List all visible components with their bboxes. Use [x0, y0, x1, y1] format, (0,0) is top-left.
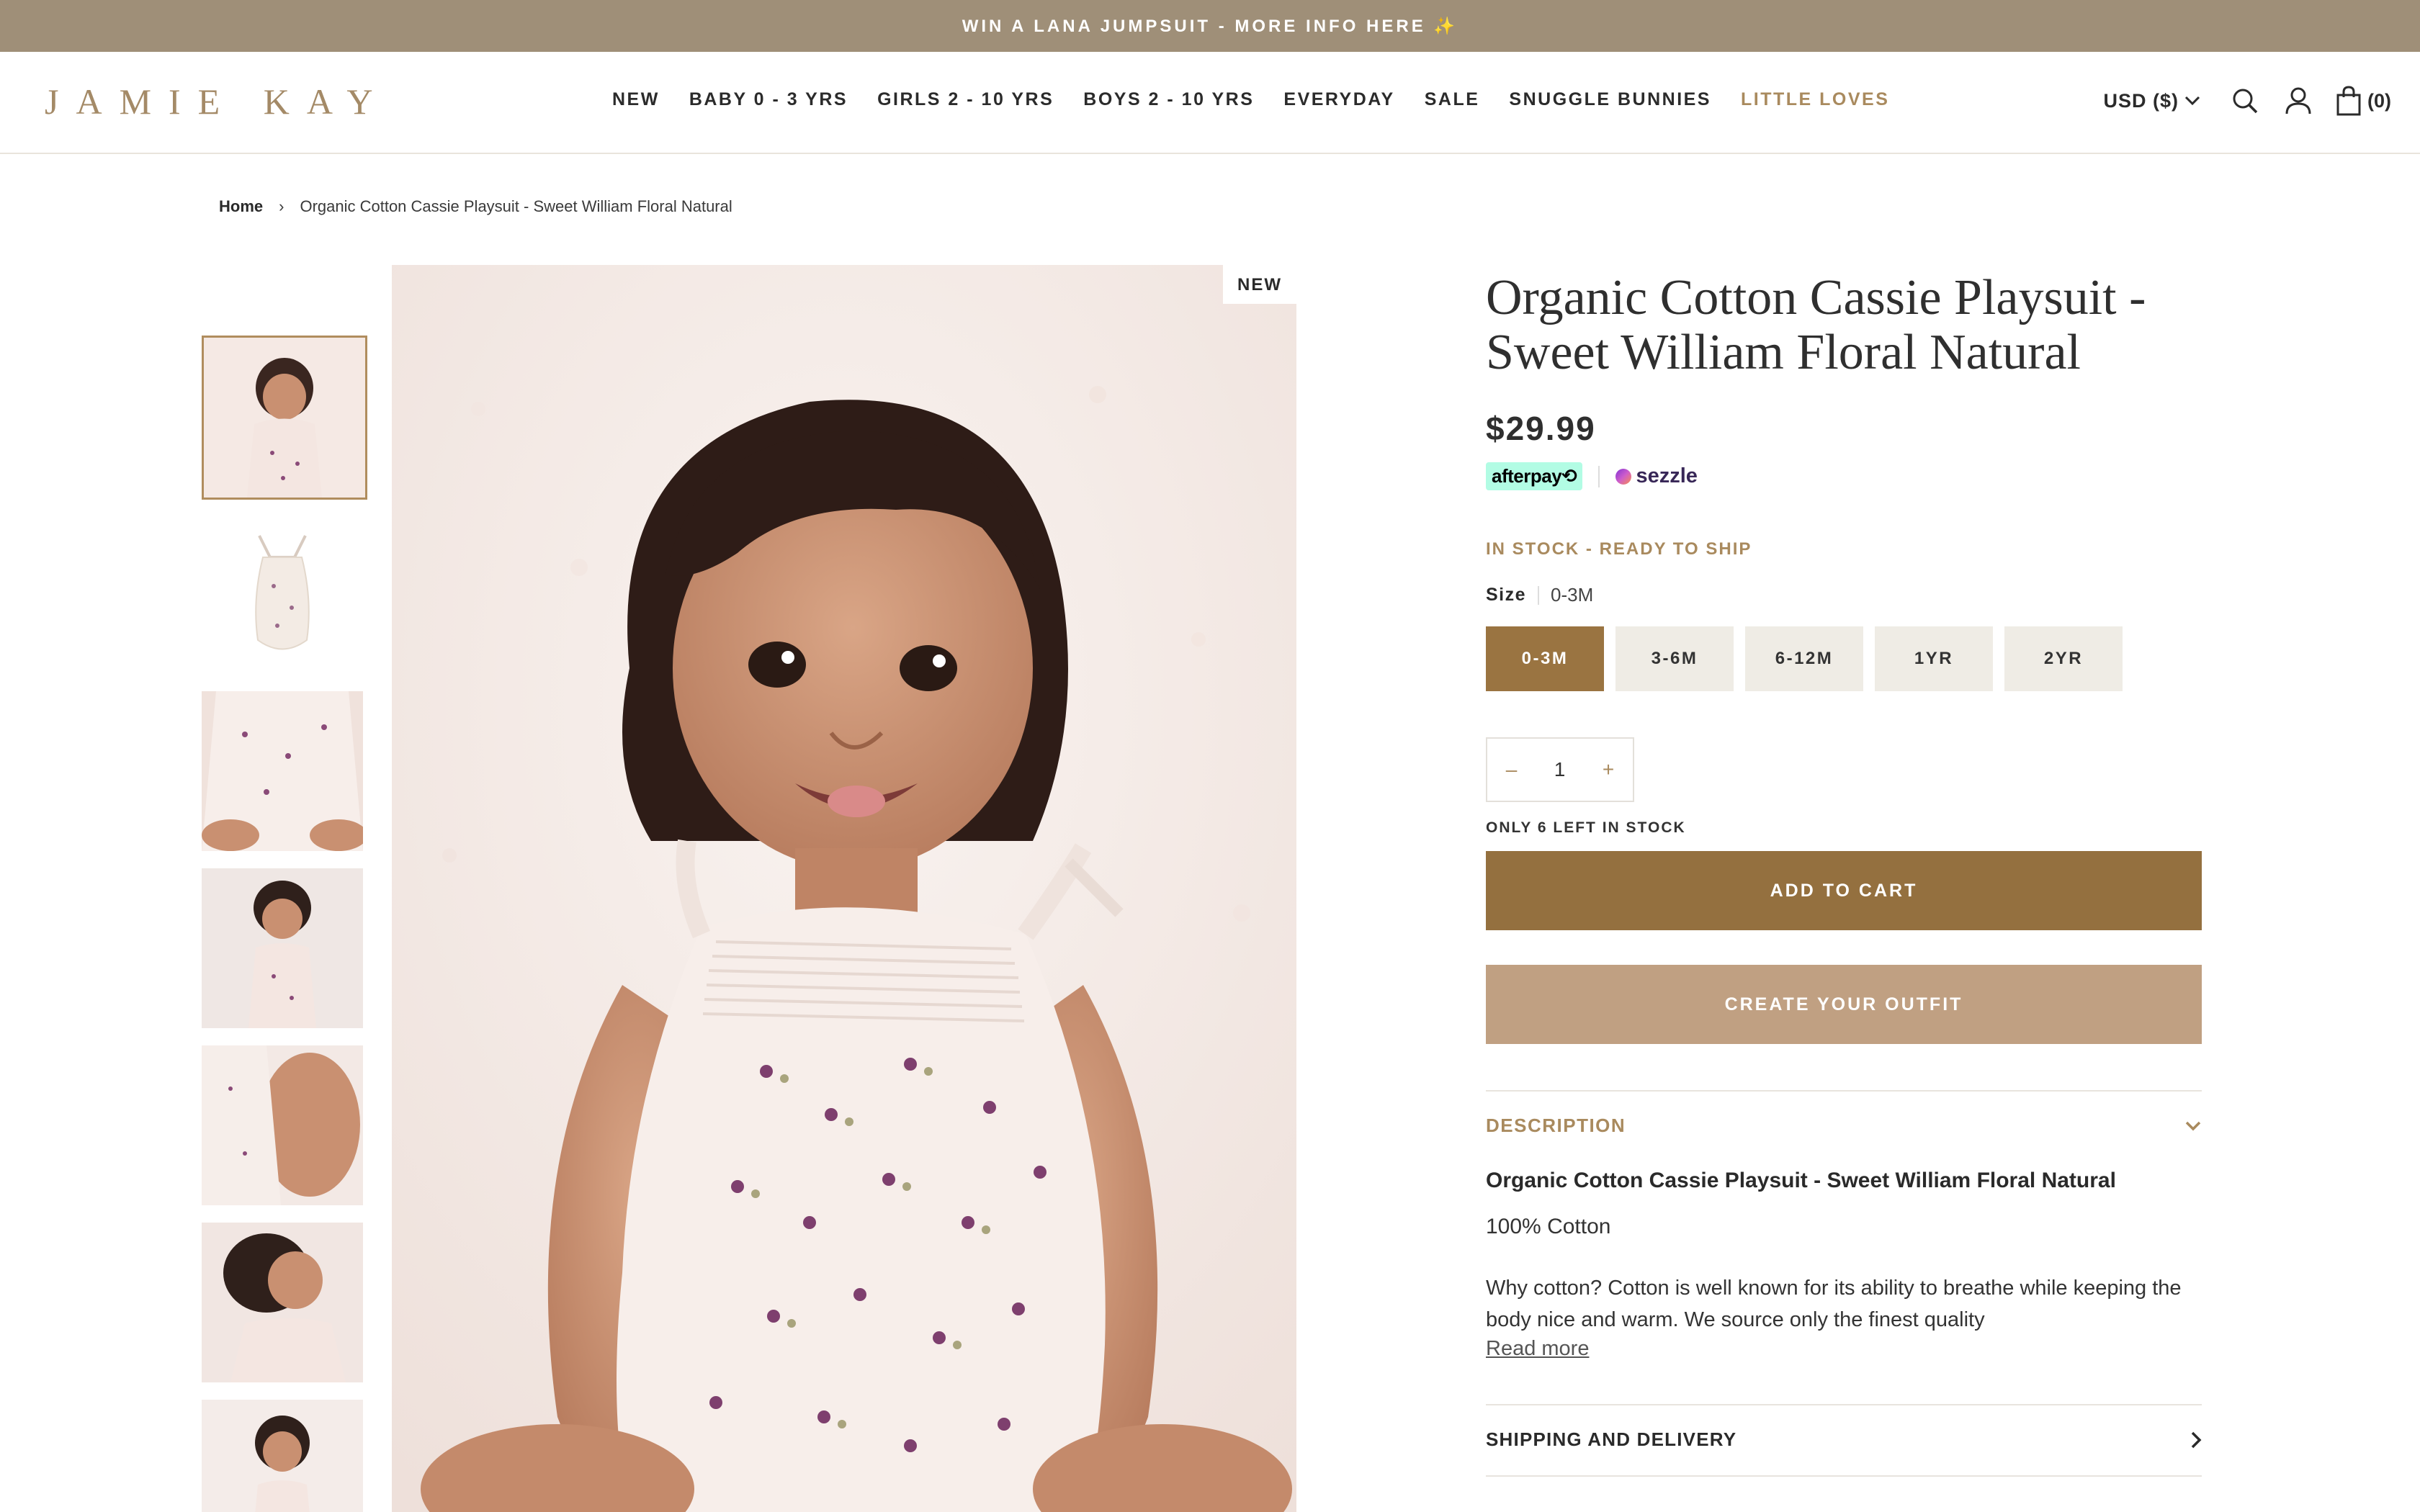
currency-selector[interactable]: USD ($)	[2103, 90, 2200, 112]
size-divider	[1538, 585, 1540, 605]
cart-button[interactable]: (0)	[2336, 86, 2391, 116]
breadcrumb-current: Organic Cotton Cassie Playsuit - Sweet W…	[300, 197, 732, 215]
nav-item-baby[interactable]: BABY 0 - 3 YRS	[689, 89, 848, 110]
quantity-stepper: – 1 +	[1486, 737, 1634, 802]
size-option-0-3m[interactable]: 0-3M	[1486, 626, 1604, 691]
thumbnail-1[interactable]	[202, 336, 367, 500]
description-title: Organic Cotton Cassie Playsuit - Sweet W…	[1486, 1169, 2116, 1192]
site-header: JAMIE KAY NEW BABY 0 - 3 YRS GIRLS 2 - 1…	[0, 52, 2420, 154]
size-label: Size	[1486, 585, 1527, 605]
nav-item-little-loves[interactable]: LITTLE LOVES	[1741, 89, 1889, 110]
read-more-link[interactable]: Read more	[1486, 1337, 1589, 1361]
nav-item-sale[interactable]: SALE	[1425, 89, 1480, 110]
quantity-input[interactable]: 1	[1554, 758, 1566, 781]
description-heading: DESCRIPTION	[1486, 1115, 1626, 1136]
description-material: 100% Cotton	[1486, 1215, 1611, 1238]
nav-item-boys[interactable]: BOYS 2 - 10 YRS	[1083, 89, 1254, 110]
afterpay-logo[interactable]: afterpay⟲	[1486, 462, 1583, 490]
breadcrumb-home[interactable]: Home	[219, 197, 263, 216]
sezzle-text: sezzle	[1636, 464, 1698, 487]
description-body: Why cotton? Cotton is well known for its…	[1486, 1277, 2182, 1331]
main-nav: NEW BABY 0 - 3 YRS GIRLS 2 - 10 YRS BOYS…	[612, 89, 1919, 110]
brand-logo[interactable]: JAMIE KAY	[45, 81, 390, 122]
size-option-1yr[interactable]: 1YR	[1875, 626, 1993, 691]
chevron-right-icon	[2191, 1431, 2202, 1448]
sezzle-logo[interactable]: sezzle	[1615, 464, 1698, 488]
breadcrumb-separator: ›	[279, 197, 284, 215]
payment-options: afterpay⟲ sezzle	[1486, 462, 2202, 490]
thumbnail-5[interactable]	[202, 1045, 363, 1205]
thumbnail-3[interactable]	[202, 691, 363, 851]
nav-item-everyday[interactable]: EVERYDAY	[1283, 89, 1394, 110]
size-option-6-12m[interactable]: 6-12M	[1745, 626, 1863, 691]
size-option-2yr[interactable]: 2YR	[2004, 626, 2123, 691]
shipping-accordion-header[interactable]: SHIPPING AND DELIVERY	[1486, 1428, 2202, 1451]
header-actions: USD ($) (0)	[2103, 85, 2391, 117]
thumbnail-2[interactable]	[202, 514, 363, 674]
new-badge: NEW	[1223, 265, 1296, 304]
size-option-3-6m[interactable]: 3-6M	[1615, 626, 1734, 691]
create-outfit-button[interactable]: CREATE YOUR OUTFIT	[1486, 965, 2202, 1044]
divider	[1486, 1404, 2202, 1405]
nav-item-snuggle-bunnies[interactable]: SNUGGLE BUNNIES	[1509, 89, 1711, 110]
add-to-cart-button[interactable]: ADD TO CART	[1486, 851, 2202, 930]
cart-count: (0)	[2367, 89, 2391, 112]
size-summary: Size 0-3M	[1486, 584, 2202, 606]
product-price: $29.99	[1486, 410, 1596, 447]
quantity-increase-button[interactable]: +	[1603, 758, 1614, 781]
chevron-down-icon	[2184, 96, 2200, 106]
stock-status: IN STOCK - READY TO SHIP	[1486, 539, 1752, 559]
search-icon[interactable]	[2229, 85, 2261, 117]
shipping-heading: SHIPPING AND DELIVERY	[1486, 1428, 1737, 1450]
quantity-decrease-button[interactable]: –	[1506, 758, 1518, 781]
size-value: 0-3M	[1551, 584, 1594, 606]
account-icon[interactable]	[2282, 85, 2314, 117]
thumbnail-7[interactable]	[202, 1400, 363, 1512]
payment-divider	[1598, 465, 1600, 487]
divider	[1486, 1475, 2202, 1477]
thumbnail-6[interactable]	[202, 1223, 363, 1382]
product-title: Organic Cotton Cassie Playsuit - Sweet W…	[1486, 270, 2146, 380]
main-product-image[interactable]: NEW	[392, 265, 1296, 1512]
size-options: 0-3M 3-6M 6-12M 1YR 2YR	[1486, 626, 2202, 691]
chevron-down-icon	[2185, 1121, 2201, 1130]
product-info: Organic Cotton Cassie Playsuit - Sweet W…	[1486, 271, 2202, 1477]
description-accordion-header[interactable]: DESCRIPTION	[1486, 1115, 2202, 1137]
nav-item-girls[interactable]: GIRLS 2 - 10 YRS	[877, 89, 1054, 110]
currency-label: USD ($)	[2103, 89, 2179, 112]
low-stock-notice: ONLY 6 LEFT IN STOCK	[1486, 819, 1686, 836]
nav-item-new[interactable]: NEW	[612, 89, 660, 110]
divider	[1486, 1090, 2202, 1092]
breadcrumb: Home › Organic Cotton Cassie Playsuit - …	[219, 197, 732, 216]
announcement-bar[interactable]: WIN A LANA JUMPSUIT - MORE INFO HERE ✨	[0, 0, 2420, 52]
bag-icon	[2336, 86, 2361, 116]
thumbnail-4[interactable]	[202, 868, 363, 1028]
thumbnail-list	[202, 336, 367, 1512]
sezzle-icon	[1615, 468, 1632, 485]
announcement-text[interactable]: WIN A LANA JUMPSUIT - MORE INFO HERE ✨	[962, 16, 1458, 37]
product-photo	[392, 265, 1296, 1512]
